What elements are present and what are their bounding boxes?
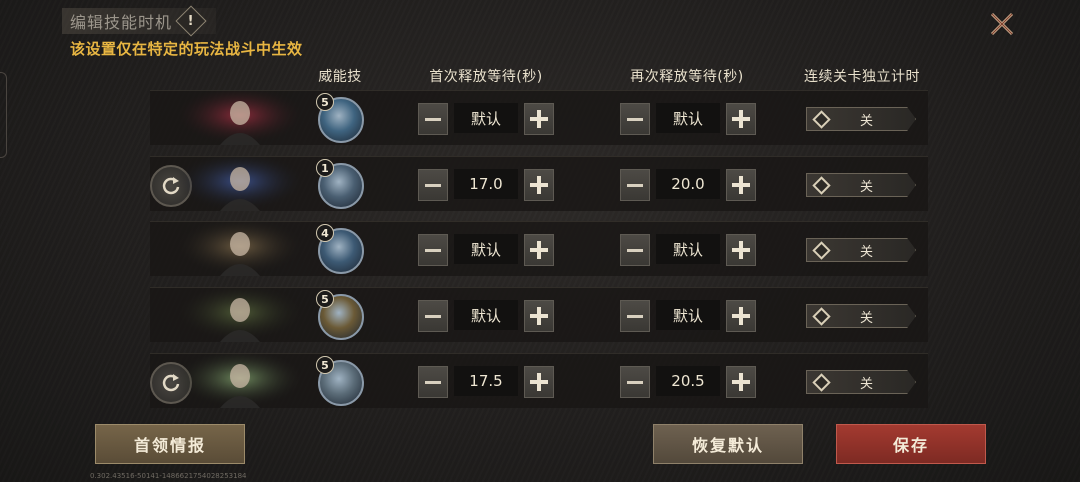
first-wait-decrease-button[interactable] xyxy=(418,300,448,332)
repeat-wait-decrease-button[interactable] xyxy=(620,234,650,266)
repeat-wait-value: 20.5 xyxy=(656,366,720,396)
independent-timer-toggle[interactable]: 关 xyxy=(806,238,916,262)
first-wait-value: 默认 xyxy=(454,103,518,133)
repeat-wait-decrease-button[interactable] xyxy=(620,169,650,201)
first-wait-value: 17.0 xyxy=(454,169,518,199)
hero-row: 5 默认 默认 关 xyxy=(150,287,928,342)
first-wait-stepper: 17.5 xyxy=(418,366,554,398)
first-wait-value: 17.5 xyxy=(454,366,518,396)
skill-level-badge: 5 xyxy=(316,93,334,111)
first-wait-value: 默认 xyxy=(454,300,518,330)
first-wait-stepper: 默认 xyxy=(418,234,554,266)
first-wait-increase-button[interactable] xyxy=(524,300,554,332)
column-header-independent-timer: 连续关卡独立计时 xyxy=(804,69,920,85)
first-wait-decrease-button[interactable] xyxy=(418,103,448,135)
boss-intel-button[interactable]: 首领情报 xyxy=(95,424,245,464)
repeat-wait-decrease-button[interactable] xyxy=(620,366,650,398)
hero-portrait xyxy=(180,354,300,408)
repeat-wait-stepper: 20.0 xyxy=(620,169,756,201)
repeat-wait-value: 默认 xyxy=(656,300,720,330)
column-header-skill: 威能技 xyxy=(318,69,362,85)
first-wait-decrease-button[interactable] xyxy=(418,234,448,266)
first-wait-increase-button[interactable] xyxy=(524,366,554,398)
independent-timer-toggle[interactable]: 关 xyxy=(806,370,916,394)
save-button[interactable]: 保存 xyxy=(836,424,986,464)
repeat-wait-stepper: 默认 xyxy=(620,234,756,266)
hero-portrait xyxy=(180,157,300,211)
repeat-wait-increase-button[interactable] xyxy=(726,169,756,201)
first-wait-decrease-button[interactable] xyxy=(418,169,448,201)
side-tab-handle[interactable] xyxy=(0,72,7,158)
skill-level-badge: 5 xyxy=(316,356,334,374)
independent-timer-toggle[interactable]: 关 xyxy=(806,304,916,328)
version-string: 0.302.43516-50141-1486621754028253184 xyxy=(90,472,247,480)
first-wait-stepper: 17.0 xyxy=(418,169,554,201)
restore-default-button[interactable]: 恢复默认 xyxy=(653,424,803,464)
skill-level-badge: 4 xyxy=(316,224,334,242)
dialog-title-bar: 编辑技能时机 ! xyxy=(62,5,217,37)
first-wait-stepper: 默认 xyxy=(418,300,554,332)
repeat-wait-increase-button[interactable] xyxy=(726,300,756,332)
skill-level-badge: 5 xyxy=(316,290,334,308)
repeat-wait-stepper: 20.5 xyxy=(620,366,756,398)
hero-row: 4 默认 默认 关 xyxy=(150,221,928,276)
column-header-repeat-wait: 再次释放等待(秒) xyxy=(630,69,744,85)
first-wait-increase-button[interactable] xyxy=(524,234,554,266)
independent-timer-toggle[interactable]: 关 xyxy=(806,173,916,197)
repeat-wait-stepper: 默认 xyxy=(620,300,756,332)
scope-note: 该设置仅在特定的玩法战斗中生效 xyxy=(70,40,303,58)
independent-timer-toggle[interactable]: 关 xyxy=(806,107,916,131)
dialog-title: 编辑技能时机 xyxy=(70,13,173,32)
toggle-label: 关 xyxy=(859,179,873,195)
repeat-wait-value: 默认 xyxy=(656,234,720,264)
exclamation-icon[interactable]: ! xyxy=(175,5,207,37)
first-wait-decrease-button[interactable] xyxy=(418,366,448,398)
column-header-first-wait: 首次释放等待(秒) xyxy=(429,69,543,85)
hero-row: 5 默认 默认 关 xyxy=(150,90,928,145)
first-wait-stepper: 默认 xyxy=(418,103,554,135)
repeat-wait-value: 20.0 xyxy=(656,169,720,199)
skill-level-badge: 1 xyxy=(316,159,334,177)
repeat-wait-increase-button[interactable] xyxy=(726,103,756,135)
hero-row: 1 17.0 20.0 关 xyxy=(150,156,928,211)
hero-portrait xyxy=(180,91,300,145)
toggle-label: 关 xyxy=(859,310,873,326)
repeat-wait-increase-button[interactable] xyxy=(726,234,756,266)
repeat-wait-stepper: 默认 xyxy=(620,103,756,135)
first-wait-increase-button[interactable] xyxy=(524,169,554,201)
hero-portrait xyxy=(180,222,300,276)
hero-row: 5 17.5 20.5 关 xyxy=(150,353,928,408)
toggle-label: 关 xyxy=(859,244,873,260)
first-wait-value: 默认 xyxy=(454,234,518,264)
toggle-label: 关 xyxy=(859,376,873,392)
toggle-label: 关 xyxy=(859,113,873,129)
repeat-wait-value: 默认 xyxy=(656,103,720,133)
close-icon[interactable] xyxy=(988,10,1016,38)
repeat-wait-decrease-button[interactable] xyxy=(620,300,650,332)
repeat-wait-increase-button[interactable] xyxy=(726,366,756,398)
first-wait-increase-button[interactable] xyxy=(524,103,554,135)
hero-portrait xyxy=(180,288,300,342)
repeat-wait-decrease-button[interactable] xyxy=(620,103,650,135)
